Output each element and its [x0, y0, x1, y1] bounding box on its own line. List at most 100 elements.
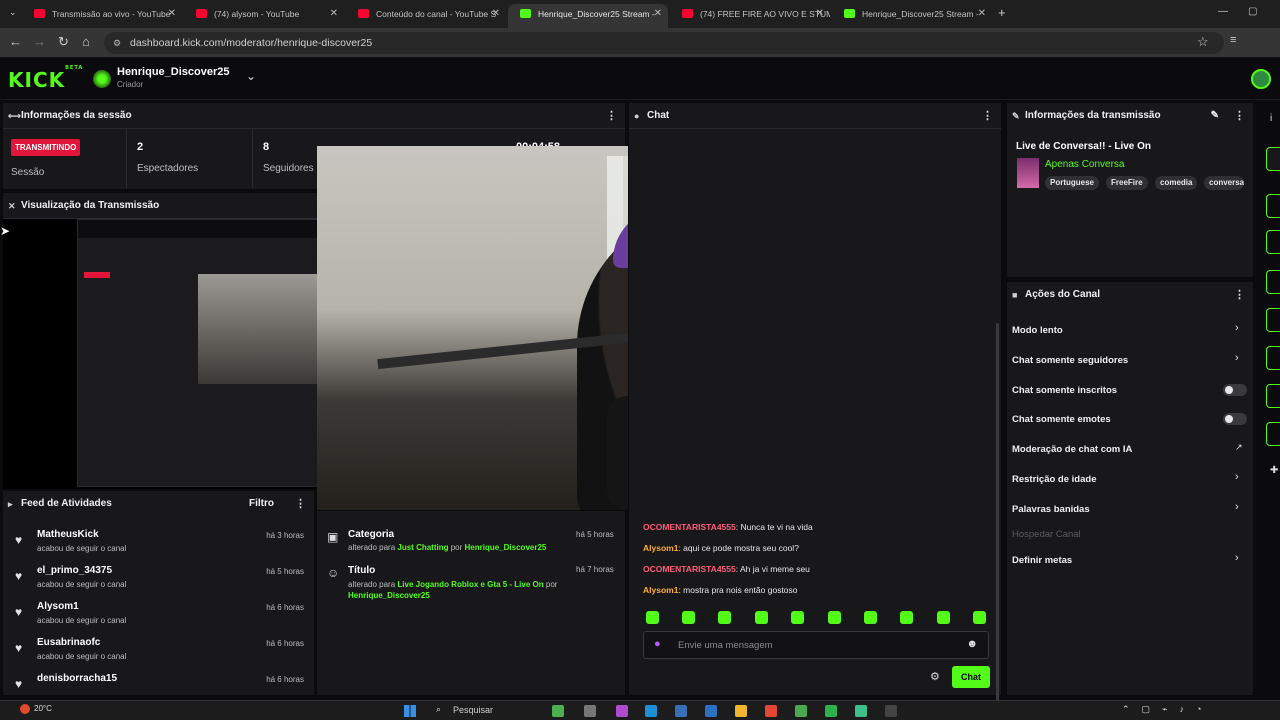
taskbar-app-icon[interactable]	[705, 705, 717, 717]
rail-button-icon[interactable]	[1266, 230, 1280, 254]
close-tab-icon[interactable]: ✕	[492, 4, 500, 24]
bookmark-star-icon[interactable]: ☆	[1197, 34, 1209, 50]
chevron-right-icon[interactable]: ›	[1235, 471, 1239, 483]
new-tab-icon[interactable]: +	[998, 5, 1006, 20]
subscribers-only-toggle[interactable]	[1223, 384, 1247, 396]
taskbar-app-icon[interactable]	[765, 705, 777, 717]
taskbar-app-icon[interactable]	[675, 705, 687, 717]
rail-button-icon[interactable]	[1266, 422, 1280, 446]
chat-scrollbar[interactable]	[996, 323, 999, 703]
channel-username[interactable]: Henrique_Discover25	[117, 66, 230, 78]
emote-icon[interactable]	[791, 611, 804, 624]
microphone-icon[interactable]: ●	[654, 638, 661, 650]
emote-icon[interactable]	[937, 611, 950, 624]
chevron-right-icon[interactable]: ›	[1235, 322, 1239, 334]
chevron-right-icon[interactable]: ›	[1235, 552, 1239, 564]
edit-pencil-icon[interactable]: ✎	[1211, 103, 1219, 129]
stream-tag[interactable]: comedia	[1155, 176, 1198, 190]
emote-icon[interactable]	[900, 611, 913, 624]
close-tab-icon[interactable]: ✕	[816, 4, 824, 24]
browser-tab-active[interactable]: Henrique_Discover25 Stream - ✕	[508, 4, 668, 28]
emote-icon[interactable]	[828, 611, 841, 624]
maximize-icon[interactable]: ▢	[1248, 6, 1257, 17]
stream-category[interactable]: Apenas Conversa	[1045, 159, 1125, 170]
rail-button-icon[interactable]	[1266, 270, 1280, 294]
rail-button-icon[interactable]	[1266, 384, 1280, 408]
info-icon[interactable]: i	[1270, 113, 1272, 124]
weather-temperature[interactable]: 20°C	[34, 704, 52, 713]
action-ai-moderation[interactable]: Moderação de chat com IA	[1012, 444, 1132, 455]
browser-tab[interactable]: Transmissão ao vivo - YouTube ✕	[22, 4, 182, 28]
stream-tag[interactable]: conversa	[1204, 176, 1244, 190]
emote-icon[interactable]	[973, 611, 986, 624]
taskbar-app-icon[interactable]	[584, 705, 596, 717]
minimize-icon[interactable]: —	[1218, 6, 1228, 17]
more-options-icon[interactable]: ⋮	[982, 103, 993, 129]
taskbar-search[interactable]: Pesquisar	[453, 705, 493, 715]
chat-message-input[interactable]: ● Envie uma mensagem ☻	[643, 631, 989, 659]
action-slow-mode[interactable]: Modo lento	[1012, 325, 1063, 336]
rail-button-icon[interactable]	[1266, 308, 1280, 332]
browser-tab[interactable]: Conteúdo do canal - YouTube S ✕	[346, 4, 506, 28]
site-info-icon[interactable]: ⚙	[113, 32, 121, 54]
feed-user[interactable]: el_primo_34375	[37, 565, 112, 576]
kick-logo[interactable]: KICKBETA	[8, 65, 83, 92]
browser-tab[interactable]: Henrique_Discover25 Stream - ✕	[832, 4, 992, 28]
more-options-icon[interactable]: ⋮	[1234, 103, 1245, 129]
stream-tag[interactable]: FreeFire	[1106, 176, 1148, 190]
reload-icon[interactable]: ↻	[58, 34, 69, 50]
close-tab-icon[interactable]: ✕	[330, 4, 338, 24]
feed-user[interactable]: Eusabrinaofc	[37, 637, 100, 648]
filter-button[interactable]: Filtro	[249, 491, 274, 517]
tab-list-icon[interactable]: ⌄	[9, 7, 17, 18]
close-tab-icon[interactable]: ✕	[168, 4, 176, 24]
chevron-right-icon[interactable]: ›	[1235, 501, 1239, 513]
url-input[interactable]: ⚙ dashboard.kick.com/moderator/henrique-…	[104, 32, 1224, 54]
browser-tab[interactable]: (74) FREE FIRE AO VIVO E STUM ✕	[670, 4, 830, 28]
forward-icon[interactable]: →	[33, 34, 46, 49]
emote-icon[interactable]	[646, 611, 659, 624]
emote-icon[interactable]	[718, 611, 731, 624]
taskbar-app-icon[interactable]	[616, 705, 628, 717]
chevron-down-icon[interactable]: ⌄	[246, 69, 256, 83]
action-followers-only-chat[interactable]: Chat somente seguidores	[1012, 355, 1128, 366]
back-icon[interactable]: ←	[9, 34, 22, 49]
more-options-icon[interactable]: ⋮	[295, 491, 306, 517]
settings-gear-icon[interactable]: ⚙	[930, 670, 940, 683]
emote-icon[interactable]	[755, 611, 768, 624]
send-chat-button[interactable]: Chat	[952, 666, 990, 688]
action-banned-words[interactable]: Palavras banidas	[1012, 504, 1090, 515]
rail-button-icon[interactable]	[1266, 194, 1280, 218]
system-tray-icons[interactable]: ⌃▢⌁♪◔	[1122, 704, 1213, 715]
home-icon[interactable]: ⌂	[82, 34, 90, 49]
taskbar-app-icon[interactable]	[795, 705, 807, 717]
taskbar-app-icon[interactable]	[885, 705, 897, 717]
browser-tab[interactable]: (74) alysom - YouTube ✕	[184, 4, 344, 28]
chevron-right-icon[interactable]: ›	[1235, 352, 1239, 364]
feed-user[interactable]: MatheusKick	[37, 529, 99, 540]
add-widget-icon[interactable]: ✚	[1270, 465, 1278, 476]
emote-icon[interactable]	[864, 611, 877, 624]
rail-button-icon[interactable]	[1266, 346, 1280, 370]
emotes-only-toggle[interactable]	[1223, 413, 1247, 425]
edit-icon[interactable]	[1266, 147, 1280, 171]
close-tab-icon[interactable]: ✕	[978, 4, 986, 24]
feed-user[interactable]: Alysom1	[37, 601, 79, 612]
stream-tag[interactable]: Portuguese	[1045, 176, 1100, 190]
action-age-restriction[interactable]: Restrição de idade	[1012, 474, 1096, 485]
emote-icon[interactable]	[682, 611, 695, 624]
emoji-icon[interactable]: ☻	[966, 638, 978, 650]
taskbar-app-icon[interactable]	[552, 705, 564, 717]
external-link-icon[interactable]: ↗	[1235, 442, 1243, 453]
taskbar-app-icon[interactable]	[825, 705, 837, 717]
search-icon[interactable]: ⌕	[436, 704, 441, 715]
taskbar-app-icon[interactable]	[735, 705, 747, 717]
taskbar-app-icon[interactable]	[645, 705, 657, 717]
feed-user[interactable]: denisborracha15	[37, 673, 117, 684]
more-options-icon[interactable]: ⋮	[606, 103, 617, 129]
extensions-icon[interactable]: ≡	[1230, 34, 1236, 46]
windows-start-icon[interactable]	[404, 705, 416, 717]
taskbar-app-icon[interactable]	[855, 705, 867, 717]
action-set-goals[interactable]: Definir metas	[1012, 555, 1072, 566]
user-avatar[interactable]	[1251, 69, 1271, 89]
